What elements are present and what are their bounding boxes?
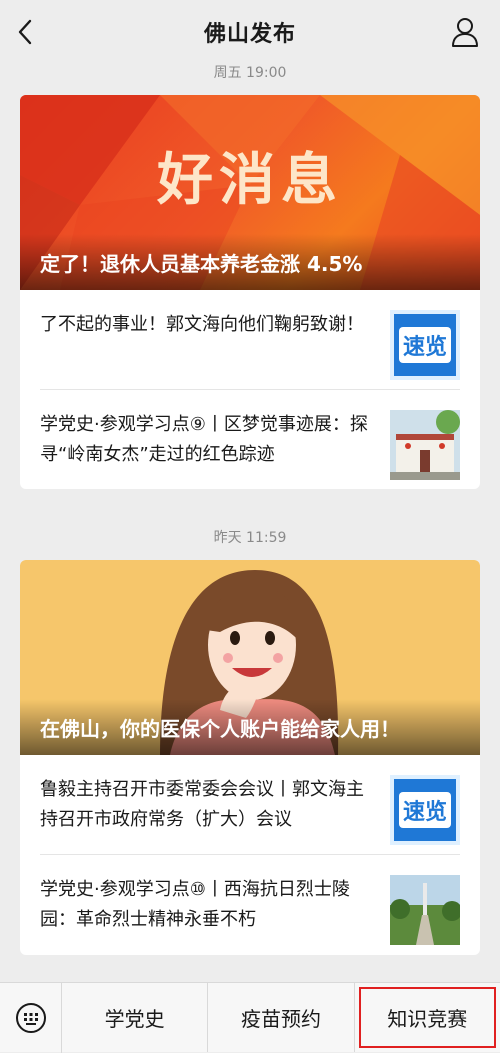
list-item[interactable]: 学党史·参观学习点⑩丨西海抗日烈士陵园：革命烈士精神永垂不朽 xyxy=(40,855,460,955)
hero-caption: 定了！退休人员基本养老金涨 4.5% xyxy=(40,251,363,276)
menu-tab-vaccine-booking[interactable]: 疫苗预约 xyxy=(208,983,355,1052)
hero-article[interactable]: 在佛山，你的医保个人账户能给家人用！ xyxy=(20,560,480,755)
hero-caption-bar: 在佛山，你的医保个人账户能给家人用！ xyxy=(20,699,480,755)
article-card: 在佛山，你的医保个人账户能给家人用！ 鲁毅主持召开市委常委会会议丨郭文海主持召开… xyxy=(20,560,480,955)
article-title: 学党史·参观学习点⑩丨西海抗日烈士陵园：革命烈士精神永垂不朽 xyxy=(40,879,350,930)
hero-caption: 在佛山，你的医保个人账户能给家人用！ xyxy=(40,716,400,741)
thumbnail-label: 速览 xyxy=(398,327,451,363)
account-title: 佛山发布 xyxy=(203,22,296,47)
back-arrow-icon[interactable] xyxy=(14,18,38,46)
thumbnail-label: 速览 xyxy=(398,792,451,828)
bottom-menu: 学党史 疫苗预约 知识竞赛 xyxy=(0,982,500,1053)
article-thumbnail: 速览 xyxy=(390,775,460,845)
menu-tab-party-history[interactable]: 学党史 xyxy=(62,983,209,1052)
menu-tab-knowledge-contest[interactable]: 知识竞赛 xyxy=(355,983,500,1052)
keyboard-toggle[interactable] xyxy=(0,983,62,1053)
hero-headline-art: 好消息 xyxy=(157,148,343,213)
profile-icon[interactable] xyxy=(450,16,480,48)
article-card: 好消息 定了！退休人员基本养老金涨 4.5% 了不起的事业！郭文海向他们鞠躬致谢… xyxy=(20,95,480,489)
chat-header: 佛山发布 xyxy=(0,0,500,64)
article-thumbnail xyxy=(390,410,460,480)
hero-caption-bar: 定了！退休人员基本养老金涨 4.5% xyxy=(20,234,480,290)
article-thumbnail: 速览 xyxy=(390,310,460,380)
keyboard-icon xyxy=(15,1003,46,1033)
message-timestamp: 周五 19:00 xyxy=(213,65,287,81)
article-title: 了不起的事业！郭文海向他们鞠躬致谢！ xyxy=(40,314,364,335)
article-thumbnail xyxy=(390,875,460,945)
list-item[interactable]: 学党史·参观学习点⑨丨区梦觉事迹展：探寻“岭南女杰”走过的红色踪迹 xyxy=(40,390,460,489)
list-item[interactable]: 了不起的事业！郭文海向他们鞠躬致谢！ 速览 xyxy=(40,290,460,390)
list-item[interactable]: 鲁毅主持召开市委常委会会议丨郭文海主持召开市政府常务（扩大）会议 速览 xyxy=(40,755,460,855)
hero-article[interactable]: 好消息 定了！退休人员基本养老金涨 4.5% xyxy=(20,95,480,290)
message-timestamp: 昨天 11:59 xyxy=(213,530,287,546)
article-title: 鲁毅主持召开市委常委会会议丨郭文海主持召开市政府常务（扩大）会议 xyxy=(40,779,364,830)
article-title: 学党史·参观学习点⑨丨区梦觉事迹展：探寻“岭南女杰”走过的红色踪迹 xyxy=(40,414,368,465)
